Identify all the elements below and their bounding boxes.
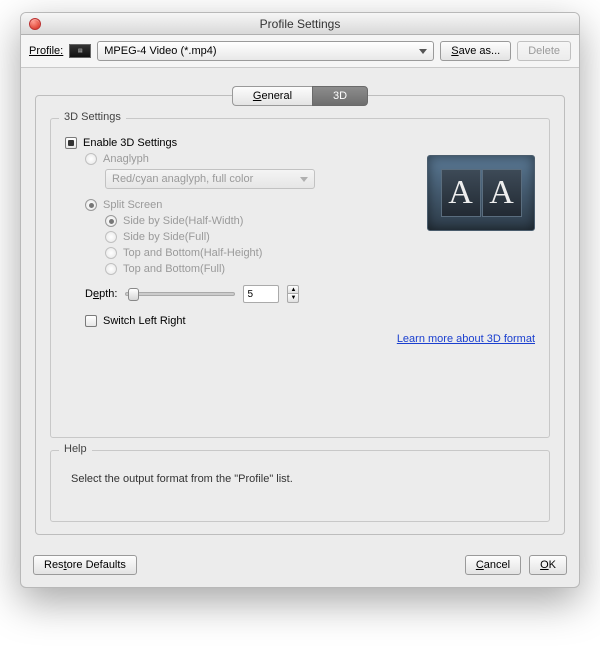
help-group: Help Select the output format from the "… bbox=[50, 450, 550, 522]
help-text: Select the output format from the "Profi… bbox=[65, 465, 535, 509]
tb-full-row: Top and Bottom(Full) bbox=[105, 263, 535, 275]
tab-general[interactable]: General bbox=[232, 86, 312, 106]
switch-lr-label: Switch Left Right bbox=[103, 315, 186, 327]
anaglyph-radio[interactable] bbox=[85, 153, 97, 165]
preview-left-glyph: A bbox=[441, 169, 481, 217]
tb-full-radio[interactable] bbox=[105, 263, 117, 275]
split-screen-label: Split Screen bbox=[103, 199, 162, 211]
enable-3d-label: Enable 3D Settings bbox=[83, 137, 177, 149]
sbs-full-radio[interactable] bbox=[105, 231, 117, 243]
profile-toolbar: Profile: ▤ MPEG-4 Video (*.mp4) Save as.… bbox=[21, 35, 579, 68]
tb-half-label: Top and Bottom(Half-Height) bbox=[123, 247, 262, 259]
preview-right-glyph: A bbox=[482, 169, 522, 217]
anaglyph-mode-value: Red/cyan anaglyph, full color bbox=[112, 173, 253, 185]
profile-settings-window: Profile Settings Profile: ▤ MPEG-4 Video… bbox=[20, 12, 580, 588]
body: General 3D 3D Settings Enable 3D Setting… bbox=[21, 68, 579, 547]
switch-lr-row: Switch Left Right bbox=[85, 315, 535, 327]
stepper-down-icon[interactable]: ▼ bbox=[287, 294, 299, 303]
enable-3d-row: Enable 3D Settings bbox=[65, 137, 535, 149]
close-icon[interactable] bbox=[29, 18, 41, 30]
sbs-full-row: Side by Side(Full) bbox=[105, 231, 535, 243]
switch-lr-checkbox[interactable] bbox=[85, 315, 97, 327]
window-title: Profile Settings bbox=[260, 17, 341, 31]
sbs-half-label: Side by Side(Half-Width) bbox=[123, 215, 243, 227]
chevron-down-icon bbox=[300, 177, 308, 182]
sbs-half-radio[interactable] bbox=[105, 215, 117, 227]
learn-more-link[interactable]: Learn more about 3D format bbox=[397, 333, 535, 345]
stepper-up-icon[interactable]: ▲ bbox=[287, 285, 299, 294]
depth-slider[interactable] bbox=[125, 292, 235, 296]
3d-settings-group: 3D Settings Enable 3D Settings Anaglyph … bbox=[50, 118, 550, 438]
anaglyph-mode-select: Red/cyan anaglyph, full color bbox=[105, 169, 315, 189]
save-as-button[interactable]: Save as... bbox=[440, 41, 511, 61]
ok-button[interactable]: OK bbox=[529, 555, 567, 575]
anaglyph-label: Anaglyph bbox=[103, 153, 149, 165]
tabs: General 3D bbox=[35, 86, 565, 106]
group-title: 3D Settings bbox=[59, 111, 126, 123]
format-icon: ▤ bbox=[69, 44, 91, 58]
slider-thumb[interactable] bbox=[128, 288, 139, 301]
3d-preview: A A bbox=[427, 155, 535, 231]
profile-value: MPEG-4 Video (*.mp4) bbox=[104, 45, 216, 57]
chevron-down-icon bbox=[419, 49, 427, 54]
delete-button: Delete bbox=[517, 41, 571, 61]
cancel-button[interactable]: Cancel bbox=[465, 555, 521, 575]
bottom-bar: Restore Defaults Cancel OK bbox=[21, 547, 579, 587]
enable-3d-checkbox[interactable] bbox=[65, 137, 77, 149]
split-screen-radio[interactable] bbox=[85, 199, 97, 211]
sbs-full-label: Side by Side(Full) bbox=[123, 231, 210, 243]
tb-half-radio[interactable] bbox=[105, 247, 117, 259]
tab-3d[interactable]: 3D bbox=[312, 86, 368, 106]
depth-label: Depth: bbox=[85, 288, 117, 300]
tab-panel: 3D Settings Enable 3D Settings Anaglyph … bbox=[35, 95, 565, 535]
profile-select[interactable]: MPEG-4 Video (*.mp4) bbox=[97, 41, 434, 61]
restore-defaults-button[interactable]: Restore Defaults bbox=[33, 555, 137, 575]
titlebar: Profile Settings bbox=[21, 13, 579, 35]
depth-stepper[interactable]: ▲ ▼ bbox=[287, 285, 299, 303]
profile-label: Profile: bbox=[29, 45, 63, 57]
tb-half-row: Top and Bottom(Half-Height) bbox=[105, 247, 535, 259]
depth-input[interactable]: 5 bbox=[243, 285, 279, 303]
depth-row: Depth: 5 ▲ ▼ bbox=[85, 285, 535, 303]
help-title: Help bbox=[59, 443, 92, 455]
tb-full-label: Top and Bottom(Full) bbox=[123, 263, 225, 275]
